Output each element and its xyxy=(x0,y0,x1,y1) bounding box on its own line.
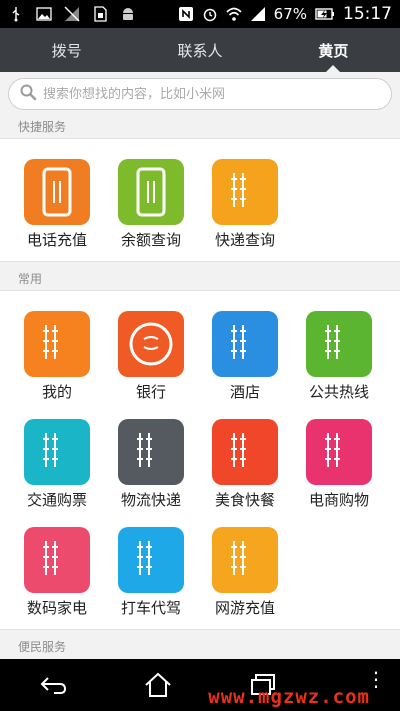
service-tile[interactable]: 酒店 xyxy=(200,311,290,402)
service-label: 美食快餐 xyxy=(214,491,275,509)
logistics-icon xyxy=(118,419,184,485)
overflow-menu-icon[interactable]: ⋮ xyxy=(366,669,386,689)
common-services-panel: 我的 银行 酒店 公共热线交通购票 物流快递 美食快餐 电商购物数码家电 打车代驾 网游充值 xyxy=(0,290,400,630)
tab-contacts[interactable]: 联系人 xyxy=(133,28,266,72)
service-label: 快递查询 xyxy=(214,231,275,249)
hotline-icon xyxy=(306,311,372,377)
image-icon xyxy=(36,6,52,22)
service-tile[interactable]: 打车代驾 xyxy=(106,527,196,618)
alarm-icon xyxy=(202,6,218,22)
section-title-common: 常用 xyxy=(18,272,43,286)
android-icon xyxy=(120,6,136,22)
service-tile[interactable]: 网游充值 xyxy=(200,527,290,618)
service-label: 交通购票 xyxy=(26,491,87,509)
usb-icon xyxy=(8,6,24,22)
battery-percent: 67% xyxy=(273,5,307,23)
service-tile[interactable]: 快递查询 xyxy=(200,159,290,250)
search-input[interactable] xyxy=(43,86,363,102)
shopping-icon xyxy=(306,419,372,485)
service-tile[interactable]: 数码家电 xyxy=(12,527,102,618)
service-label: 酒店 xyxy=(229,383,260,401)
watermark: www.mgzwz.com xyxy=(208,686,370,708)
signal-icon xyxy=(250,6,266,22)
service-label: 网游充值 xyxy=(214,599,275,617)
tab-dial[interactable]: 拨号 xyxy=(0,28,133,72)
service-tile[interactable]: 我的 xyxy=(12,311,102,402)
service-label: 打车代驾 xyxy=(120,599,181,617)
service-label: 公共热线 xyxy=(308,383,369,401)
clock: 15:17 xyxy=(343,4,392,24)
status-bar: 67% 15:17 xyxy=(0,0,400,28)
balance-icon xyxy=(118,159,184,225)
service-label: 我的 xyxy=(41,383,72,401)
food-icon xyxy=(212,419,278,485)
express-icon xyxy=(212,159,278,225)
service-tile[interactable]: 公共热线 xyxy=(294,311,384,402)
tab-yellow-pages[interactable]: 黄页 xyxy=(267,28,400,72)
digital-icon xyxy=(24,527,90,593)
game-icon xyxy=(212,527,278,593)
bank-icon xyxy=(118,311,184,377)
ticket-icon xyxy=(24,419,90,485)
service-label: 数码家电 xyxy=(26,599,87,617)
home-icon[interactable] xyxy=(138,665,178,705)
service-label: 物流快递 xyxy=(120,491,181,509)
service-tile[interactable]: 物流快递 xyxy=(106,419,196,510)
service-label: 电商购物 xyxy=(308,491,369,509)
hotel-icon xyxy=(212,311,278,377)
service-tile[interactable]: 银行 xyxy=(106,311,196,402)
tab-bar: 拨号 联系人 黄页 xyxy=(0,28,400,72)
service-tile[interactable]: 电话充值 xyxy=(12,159,102,250)
search-bar[interactable] xyxy=(8,78,392,110)
battery-charging-icon xyxy=(315,6,334,22)
no-signal-icon xyxy=(64,6,80,22)
service-tile[interactable]: 美食快餐 xyxy=(200,419,290,510)
service-label: 电话充值 xyxy=(26,231,87,249)
mine-icon xyxy=(24,311,90,377)
quick-services-panel: 电话充值 余额查询 快递查询 xyxy=(0,138,400,262)
service-tile[interactable]: 余额查询 xyxy=(106,159,196,250)
service-tile[interactable]: 交通购票 xyxy=(12,419,102,510)
section-title-civil: 便民服务 xyxy=(18,640,67,654)
wifi-icon xyxy=(226,6,242,22)
service-tile[interactable]: 电商购物 xyxy=(294,419,384,510)
nfc-icon xyxy=(178,6,194,22)
service-label: 余额查询 xyxy=(120,231,181,249)
phone-topup-icon xyxy=(24,159,90,225)
search-icon xyxy=(19,83,37,105)
service-label: 银行 xyxy=(135,383,166,401)
section-title-quick: 快捷服务 xyxy=(18,120,67,134)
back-icon[interactable] xyxy=(33,665,73,705)
sim-icon xyxy=(92,6,108,22)
taxi-icon xyxy=(118,527,184,593)
